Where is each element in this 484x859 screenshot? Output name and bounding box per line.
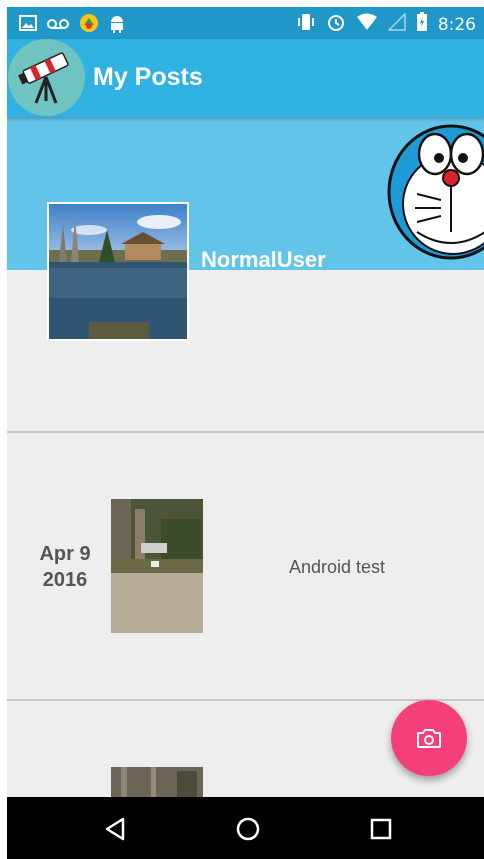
cell-signal-icon [387,12,406,36]
page-title: My Posts [93,63,203,91]
post-caption: Android test [289,557,386,577]
status-bar: 8:26 [7,7,484,39]
camera-icon [417,729,441,748]
app-bar: My Posts [7,39,484,117]
navigation-bar [7,797,484,859]
username: NormalUser [201,247,326,272]
divider [7,699,484,701]
post-date: Apr 9 2016 [29,541,101,593]
wifi-icon [356,13,378,36]
camera-button[interactable] [391,700,467,776]
home-icon [236,817,260,841]
doraemon-icon [387,122,484,267]
android-icon [109,13,125,38]
app-screen: 8:26 My Posts NormalUser Apr 9 2016 Andr… [7,7,484,859]
battery-charging-icon [416,12,428,37]
back-button[interactable] [99,813,131,845]
divider [7,431,484,433]
status-time: 8:26 [437,14,476,35]
profile-photo[interactable] [47,202,189,341]
telescope-icon [18,52,69,104]
recents-button[interactable] [365,813,397,845]
post-date-line2: 2016 [42,569,88,591]
image-icon [19,15,37,36]
recents-icon [370,818,392,840]
voicemail-icon [47,17,69,35]
vibrate-icon [296,13,316,36]
back-icon [105,817,125,841]
post-thumbnail[interactable] [111,499,203,633]
post-date-line1: Apr 9 [39,543,91,565]
app-badge-icon [79,13,99,38]
home-button[interactable] [232,813,264,845]
alarm-icon [326,12,346,37]
app-logo[interactable] [8,39,85,116]
